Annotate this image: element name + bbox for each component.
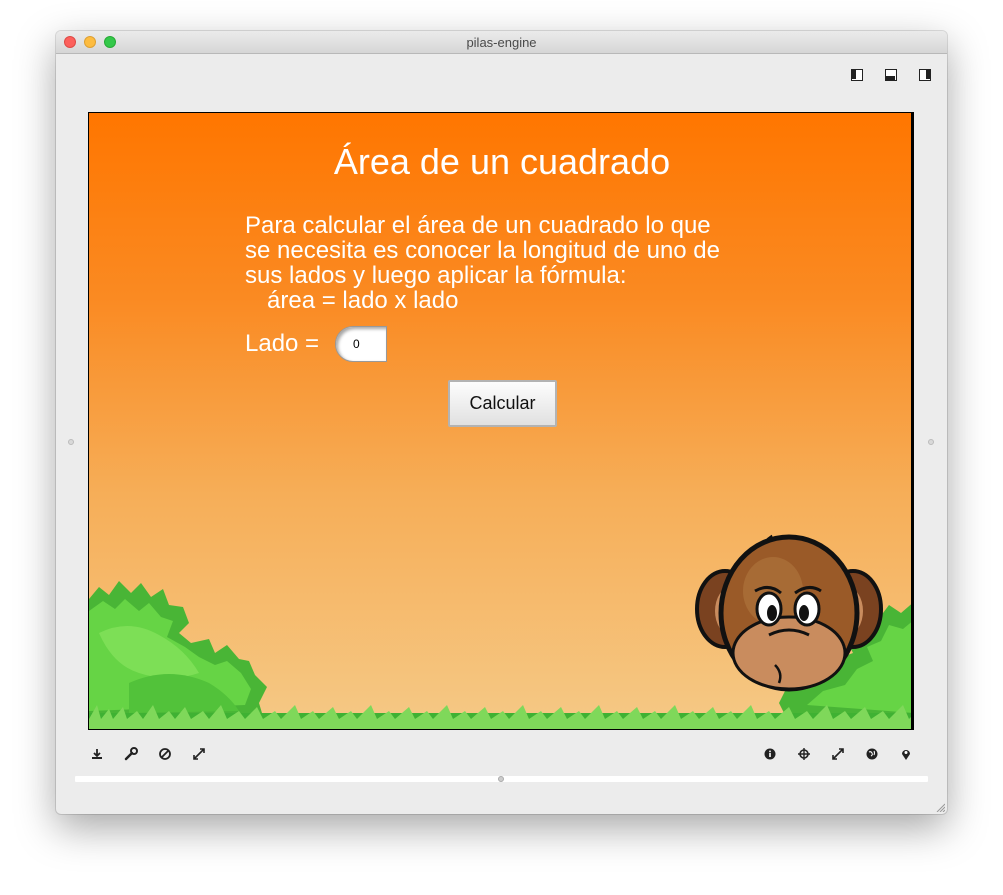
info-icon[interactable] — [761, 745, 779, 763]
left-bush — [89, 581, 267, 723]
timeline-splitter-handle[interactable] — [498, 776, 504, 782]
map-pin-icon[interactable] — [897, 745, 915, 763]
block-icon[interactable] — [156, 745, 174, 763]
layout-right-panel-icon[interactable] — [919, 69, 931, 81]
instructions-line: se necesita es conocer la longitud de un… — [245, 237, 720, 264]
layout-left-panel-icon[interactable] — [851, 69, 863, 81]
expand-icon[interactable] — [190, 745, 208, 763]
save-icon[interactable] — [88, 745, 106, 763]
app-window: pilas-engine Área de un cuadrado Para ca… — [56, 31, 947, 814]
instructions-line: Para calcular el área de un cuadrado lo … — [245, 212, 711, 239]
right-splitter-handle[interactable] — [928, 439, 934, 445]
instructions-line: sus lados y luego aplicar la fórmula: — [245, 262, 627, 289]
resize-grip-icon[interactable] — [935, 802, 945, 812]
window-title: pilas-engine — [466, 35, 537, 50]
scene-title: Área de un cuadrado — [333, 141, 671, 182]
lado-label: Lado = — [245, 330, 320, 357]
globe-icon[interactable] — [863, 745, 881, 763]
lado-input[interactable] — [335, 326, 387, 362]
calcular-button[interactable]: Calcular — [448, 380, 557, 427]
game-canvas[interactable]: Área de un cuadrado Para calcular el áre… — [88, 112, 914, 730]
wrench-icon[interactable] — [122, 745, 140, 763]
fullscreen-icon[interactable] — [829, 745, 847, 763]
crosshair-icon[interactable] — [795, 745, 813, 763]
title-bar: pilas-engine — [56, 31, 947, 54]
instructions-text: Para calcular el área de un cuadrado lo … — [245, 213, 720, 313]
left-splitter-handle[interactable] — [68, 439, 74, 445]
formula-text: área = lado x lado — [267, 287, 459, 314]
layout-bottom-panel-icon[interactable] — [885, 69, 897, 81]
